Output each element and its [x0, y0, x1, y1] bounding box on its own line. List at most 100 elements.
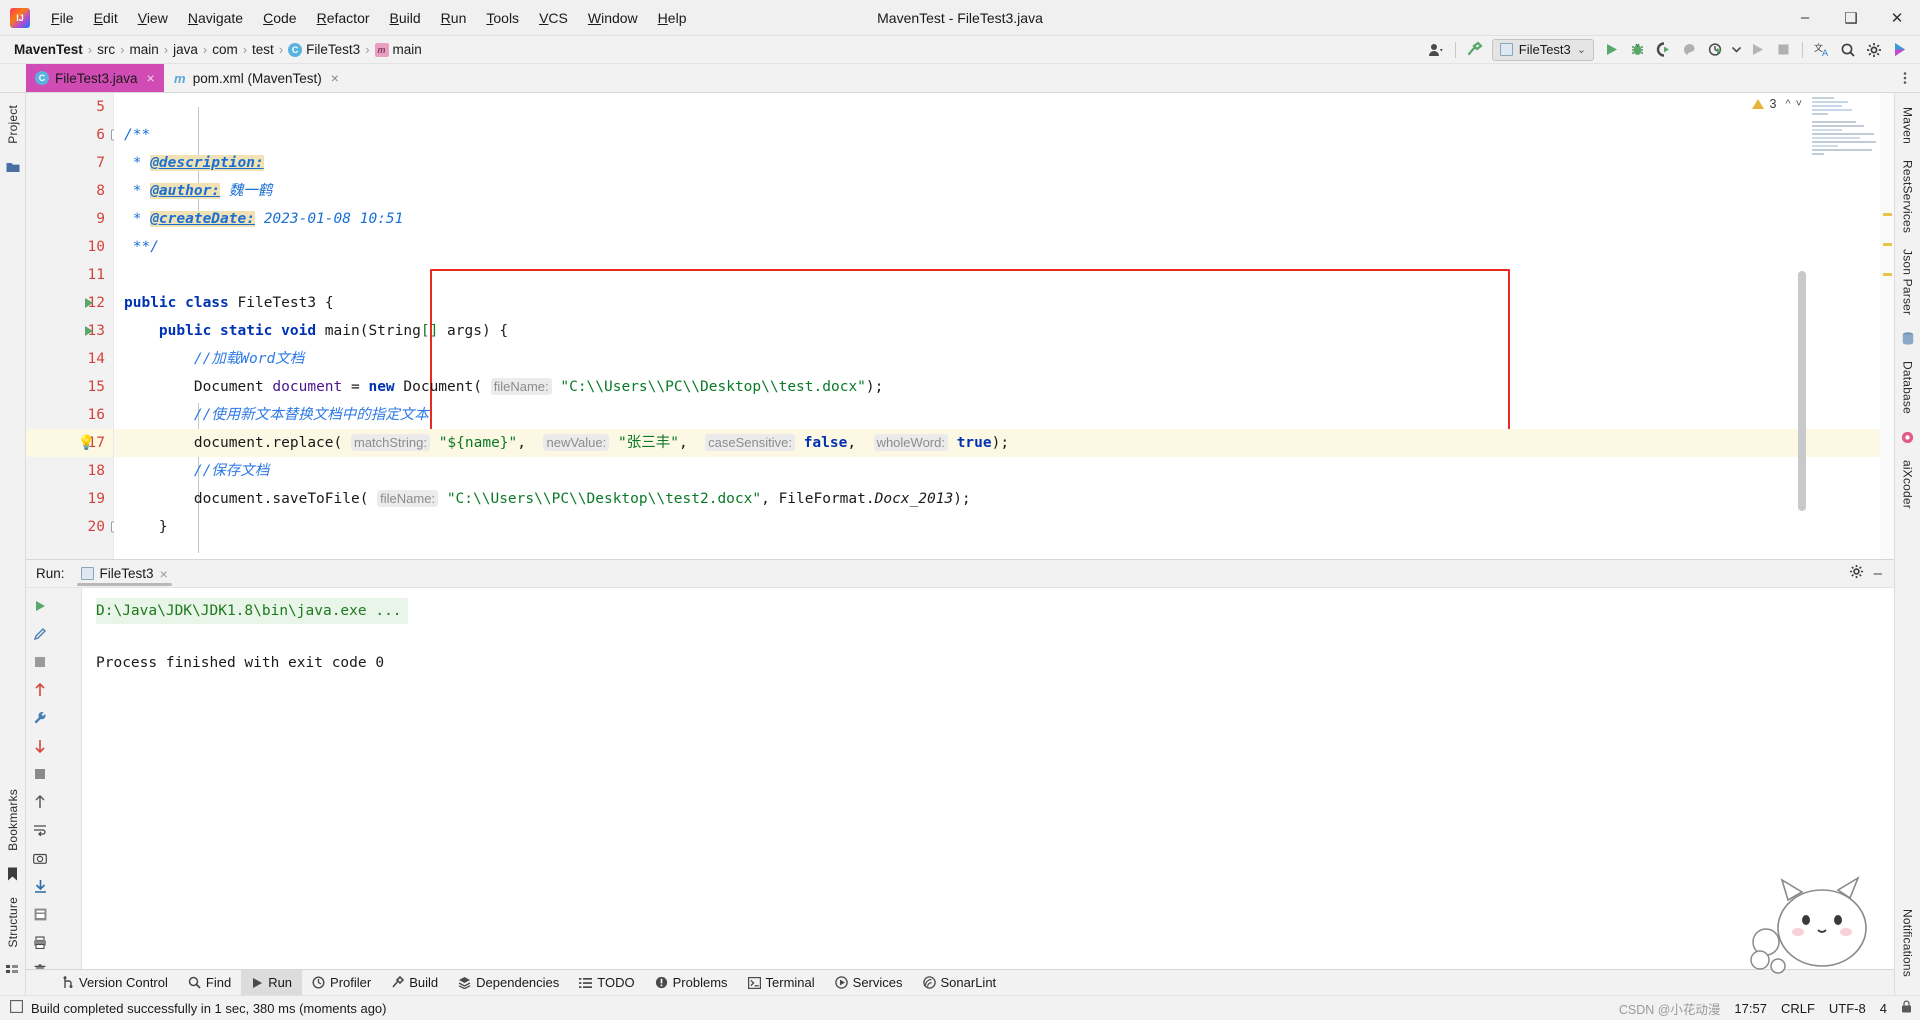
- scroll-down-icon[interactable]: [26, 732, 54, 760]
- export-icon[interactable]: [26, 900, 54, 928]
- prev-problem-icon[interactable]: ^: [1785, 98, 1790, 110]
- menu-item-file[interactable]: File: [42, 6, 83, 30]
- close-icon[interactable]: ×: [147, 70, 155, 86]
- breadcrumb-item-test[interactable]: test: [248, 41, 278, 58]
- run-icon[interactable]: [1599, 39, 1623, 61]
- menu-item-vcs[interactable]: VCS: [530, 6, 577, 30]
- code-line-17[interactable]: document.replace( matchString: "${name}"…: [114, 429, 1894, 457]
- code-line-8[interactable]: * @author: 魏一鹤: [114, 177, 1894, 205]
- menu-item-code[interactable]: Code: [254, 6, 305, 30]
- editor-minimap[interactable]: [1808, 95, 1880, 191]
- gutter-line-10[interactable]: 10: [26, 233, 113, 261]
- code-line-6[interactable]: /**: [114, 121, 1894, 149]
- breadcrumb-item-java[interactable]: java: [169, 41, 202, 58]
- run-gutter-icon[interactable]: [85, 326, 93, 336]
- user-avatar-icon[interactable]: [1424, 39, 1448, 61]
- code-line-5[interactable]: [114, 93, 1894, 121]
- status-encoding[interactable]: UTF-8: [1829, 1001, 1866, 1016]
- stop-process-icon[interactable]: [26, 760, 54, 788]
- profiler-dropdown-icon[interactable]: [1729, 39, 1743, 61]
- bottom-tab-sonarlint[interactable]: SonarLint: [913, 970, 1007, 995]
- menu-item-build[interactable]: Build: [381, 6, 430, 30]
- gutter-line-6[interactable]: 6–: [26, 121, 122, 149]
- gutter-line-14[interactable]: 14: [26, 345, 113, 373]
- code-line-10[interactable]: **/: [114, 233, 1894, 261]
- bottom-tab-find[interactable]: Find: [178, 970, 241, 995]
- minimize-button[interactable]: –: [1782, 0, 1828, 36]
- breadcrumb-item-src[interactable]: src: [93, 41, 119, 58]
- bottom-tab-services[interactable]: Services: [825, 970, 913, 995]
- menu-item-window[interactable]: Window: [579, 6, 647, 30]
- sidebar-item-notifications[interactable]: Notifications: [1901, 901, 1915, 985]
- code-content[interactable]: /** * @description: * @author: 魏一鹤 * @cr…: [114, 93, 1894, 559]
- bottom-tab-build[interactable]: Build: [381, 970, 448, 995]
- run-coverage-icon[interactable]: [1651, 39, 1675, 61]
- hammer-build-icon[interactable]: [1463, 39, 1487, 61]
- lock-icon[interactable]: [1901, 1000, 1912, 1016]
- status-indent[interactable]: 4: [1880, 1001, 1887, 1016]
- close-icon[interactable]: ×: [160, 566, 168, 582]
- gear-icon[interactable]: [1849, 564, 1864, 584]
- edit-config-icon[interactable]: [26, 620, 54, 648]
- run-gutter-icon[interactable]: [85, 298, 93, 308]
- menu-item-tools[interactable]: Tools: [477, 6, 528, 30]
- code-line-20[interactable]: }: [114, 513, 1894, 541]
- breadcrumb-item-maventest[interactable]: MavenTest: [10, 41, 87, 58]
- next-problem-icon[interactable]: ˅: [1796, 98, 1802, 110]
- gutter-line-12[interactable]: 12: [26, 289, 113, 317]
- code-line-18[interactable]: //保存文档: [114, 457, 1894, 485]
- breadcrumb-item-com[interactable]: com: [208, 41, 242, 58]
- gutter-line-8[interactable]: 8: [26, 177, 113, 205]
- gutter-line-7[interactable]: 7: [26, 149, 113, 177]
- code-editor[interactable]: 5 6– 7 8 9 10 11 1213 14 15 16 17💡 18 19 20– /** * @de…: [26, 93, 1894, 559]
- gutter-line-9[interactable]: 9: [26, 205, 113, 233]
- scroll-up-icon[interactable]: [26, 676, 54, 704]
- status-line-separator[interactable]: CRLF: [1781, 1001, 1815, 1016]
- rerun-icon[interactable]: [26, 592, 54, 620]
- sidebar-item-structure[interactable]: Structure: [6, 889, 20, 956]
- breadcrumb-item-filetest3[interactable]: C FileTest3: [284, 41, 364, 58]
- bottom-tab-todo[interactable]: TODO: [569, 970, 644, 995]
- run-configuration-selector[interactable]: FileTest3 ⌄: [1491, 38, 1594, 61]
- bottom-tab-version-control[interactable]: Version Control: [52, 970, 178, 995]
- intention-bulb-icon[interactable]: 💡: [78, 435, 95, 451]
- menu-item-view[interactable]: View: [129, 6, 177, 30]
- gutter-line-20[interactable]: 20–: [26, 513, 122, 541]
- updates-icon[interactable]: [1888, 39, 1912, 61]
- gutter-line-5[interactable]: 5: [26, 93, 113, 121]
- marker-warning[interactable]: [1883, 213, 1892, 216]
- editor-tab-pom-xml-maventest-[interactable]: m pom.xml (MavenTest) ×: [164, 64, 348, 92]
- code-line-9[interactable]: * @createDate: 2023-01-08 10:51: [114, 205, 1894, 233]
- gutter-line-19[interactable]: 19: [26, 485, 113, 513]
- bottom-tab-profiler[interactable]: Profiler: [302, 970, 381, 995]
- code-line-19[interactable]: document.saveToFile( fileName: "C:\\User…: [114, 485, 1894, 513]
- marker-warning[interactable]: [1883, 273, 1892, 276]
- menu-item-edit[interactable]: Edit: [85, 6, 127, 30]
- gutter-line-11[interactable]: 11: [26, 261, 113, 289]
- bottom-tab-problems[interactable]: Problems: [645, 970, 738, 995]
- menu-item-refactor[interactable]: Refactor: [308, 6, 379, 30]
- camera-icon[interactable]: [26, 844, 54, 872]
- debug-icon[interactable]: [1625, 39, 1649, 61]
- search-everywhere-icon[interactable]: [1836, 39, 1860, 61]
- gutter-line-16[interactable]: 16: [26, 401, 113, 429]
- sidebar-item-json-parser[interactable]: Json Parser: [1901, 241, 1915, 323]
- code-line-14[interactable]: //加载Word文档: [114, 345, 1894, 373]
- marker-warning[interactable]: [1883, 243, 1892, 246]
- sidebar-item-project[interactable]: Project: [6, 97, 20, 152]
- code-line-7[interactable]: * @description:: [114, 149, 1894, 177]
- close-icon[interactable]: ×: [331, 70, 339, 86]
- settings-gear-icon[interactable]: [1862, 39, 1886, 61]
- editor-scrollbar[interactable]: [1798, 271, 1806, 511]
- print-icon[interactable]: [26, 928, 54, 956]
- menu-item-help[interactable]: Help: [649, 6, 696, 30]
- run-with-profiler-icon[interactable]: [1703, 39, 1727, 61]
- gutter-line-15[interactable]: 15: [26, 373, 113, 401]
- breadcrumb-item-main[interactable]: main: [125, 41, 162, 58]
- code-line-15[interactable]: Document document = new Document( fileNa…: [114, 373, 1894, 401]
- menu-item-navigate[interactable]: Navigate: [179, 6, 252, 30]
- sidebar-item-aixcoder[interactable]: aiXcoder: [1901, 452, 1915, 517]
- maximize-button[interactable]: ❑: [1828, 0, 1874, 36]
- editor-tab-filetest3-java[interactable]: C FileTest3.java ×: [26, 64, 164, 92]
- close-button[interactable]: ✕: [1874, 0, 1920, 36]
